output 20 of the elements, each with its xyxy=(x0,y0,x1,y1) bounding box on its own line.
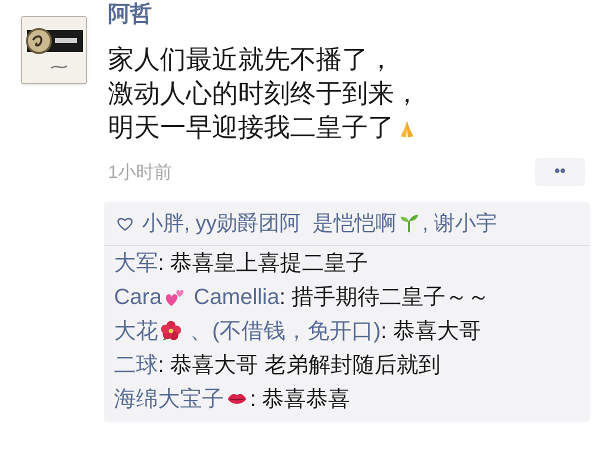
comment-author[interactable]: 海绵大宝子 xyxy=(114,386,250,411)
comment-text: : 恭喜恭喜 xyxy=(250,386,350,411)
flower-icon xyxy=(160,320,182,342)
comment-text: : 恭喜大哥 老弟解封随后就到 xyxy=(158,352,440,377)
comment-author[interactable]: 二球 xyxy=(114,352,158,377)
post-text: 明天一早迎接我二皇子了 xyxy=(108,110,590,144)
comment-text: : 措手期待二皇子～～ xyxy=(279,284,490,309)
author-name[interactable]: 阿哲 xyxy=(108,0,590,28)
comment-text: : 恭喜大哥 xyxy=(380,318,481,343)
post-text: 激动人心的时刻终于到来， xyxy=(108,77,421,110)
avatar[interactable] xyxy=(21,16,87,84)
comment-text: : 恭喜皇上喜提二皇子 xyxy=(158,250,368,275)
post-text: 家人们最近就先不播了， xyxy=(108,43,395,76)
like-names[interactable]: 小胖, yy勋爵团阿 是恺恺啊 xyxy=(142,208,422,240)
more-button[interactable]: •• xyxy=(535,158,585,186)
comment-author[interactable]: Cara Camellia xyxy=(114,284,280,309)
post-time: 1小时前 xyxy=(108,160,172,184)
comment-author[interactable]: 大军 xyxy=(114,250,158,275)
comment-author[interactable]: 大花 、(不借钱，免开口) xyxy=(114,318,381,343)
like-names[interactable]: , 谢小宇 xyxy=(422,208,498,240)
